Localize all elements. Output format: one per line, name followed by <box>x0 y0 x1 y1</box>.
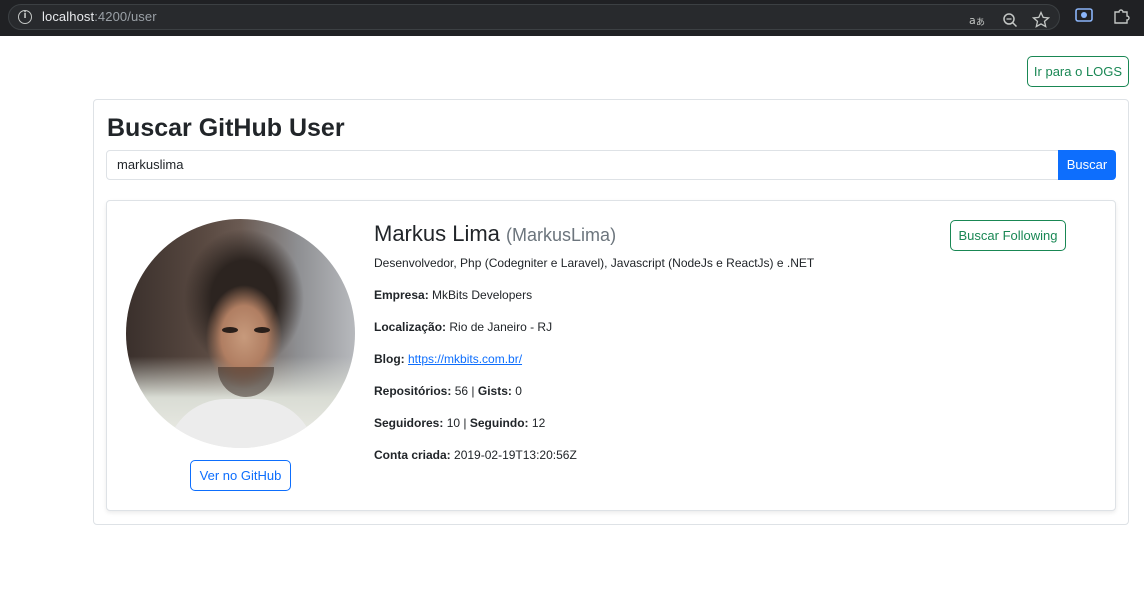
blog-link[interactable]: https://mkbits.com.br/ <box>408 352 522 366</box>
company-value: MkBits Developers <box>432 288 533 302</box>
user-bio: Desenvolvedor, Php (Codegniter e Laravel… <box>374 256 815 270</box>
svg-text:あ: あ <box>976 17 985 28</box>
avatar <box>126 219 355 448</box>
location-row: Localização: Rio de Janeiro - RJ <box>374 320 552 334</box>
page-title: Buscar GitHub User <box>107 114 345 142</box>
logs-button[interactable]: Ir para o LOGS <box>1027 56 1129 87</box>
following-label: Seguindo: <box>469 416 529 430</box>
repos-gists-row: Repositórios: 56 | Gists: 0 <box>374 384 522 398</box>
created-value: 2019-02-19T13:20:56Z <box>454 448 577 462</box>
created-label: Conta criada: <box>374 448 451 462</box>
repos-value: 56 <box>454 384 469 398</box>
location-label: Localização: <box>374 320 447 334</box>
company-label: Empresa: <box>374 288 429 302</box>
search-following-button[interactable]: Buscar Following <box>950 220 1066 251</box>
search-button[interactable]: Buscar <box>1058 150 1116 180</box>
url-host: localhost <box>42 9 95 24</box>
user-login: (MarkusLima) <box>506 225 617 245</box>
avatar-eye-left <box>222 327 238 333</box>
created-row: Conta criada: 2019-02-19T13:20:56Z <box>374 448 577 462</box>
search-input[interactable]: markuslima <box>106 150 1059 180</box>
avatar-beard <box>218 367 274 397</box>
user-name: Markus Lima <box>374 221 500 246</box>
following-value: 12 <box>531 416 546 430</box>
blog-label: Blog: <box>374 352 405 366</box>
view-on-github-button[interactable]: Ver no GitHub <box>190 460 291 491</box>
blog-row: Blog: https://mkbits.com.br/ <box>374 352 522 366</box>
gists-label: Gists: <box>477 384 512 398</box>
svg-text:a: a <box>969 14 976 27</box>
separator: | <box>463 416 467 430</box>
gists-value: 0 <box>515 384 522 398</box>
url-text[interactable]: localhost:4200/user <box>42 9 157 24</box>
bookmark-star-icon[interactable] <box>1031 10 1051 31</box>
zoom-icon[interactable] <box>1000 11 1020 31</box>
url-path: :4200/user <box>94 9 157 24</box>
avatar-eye-right <box>254 327 270 333</box>
translate-icon[interactable]: aあ <box>967 11 987 31</box>
extensions-icon[interactable] <box>1111 6 1131 26</box>
user-name-heading: Markus Lima (MarkusLima) <box>374 221 616 247</box>
followers-label: Seguidores: <box>374 416 444 430</box>
location-value: Rio de Janeiro - RJ <box>449 320 553 334</box>
followers-value: 10 <box>446 416 461 430</box>
company-row: Empresa: MkBits Developers <box>374 288 532 302</box>
separator: | <box>471 384 475 398</box>
screenshot-icon[interactable] <box>1074 6 1094 26</box>
repos-label: Repositórios: <box>374 384 452 398</box>
avatar-shirt <box>166 399 316 448</box>
info-icon[interactable]: i <box>18 10 32 24</box>
browser-toolbar: i localhost:4200/user aあ <box>0 0 1144 36</box>
followers-row: Seguidores: 10 | Seguindo: 12 <box>374 416 545 430</box>
address-bar[interactable]: i localhost:4200/user aあ <box>8 4 1060 30</box>
